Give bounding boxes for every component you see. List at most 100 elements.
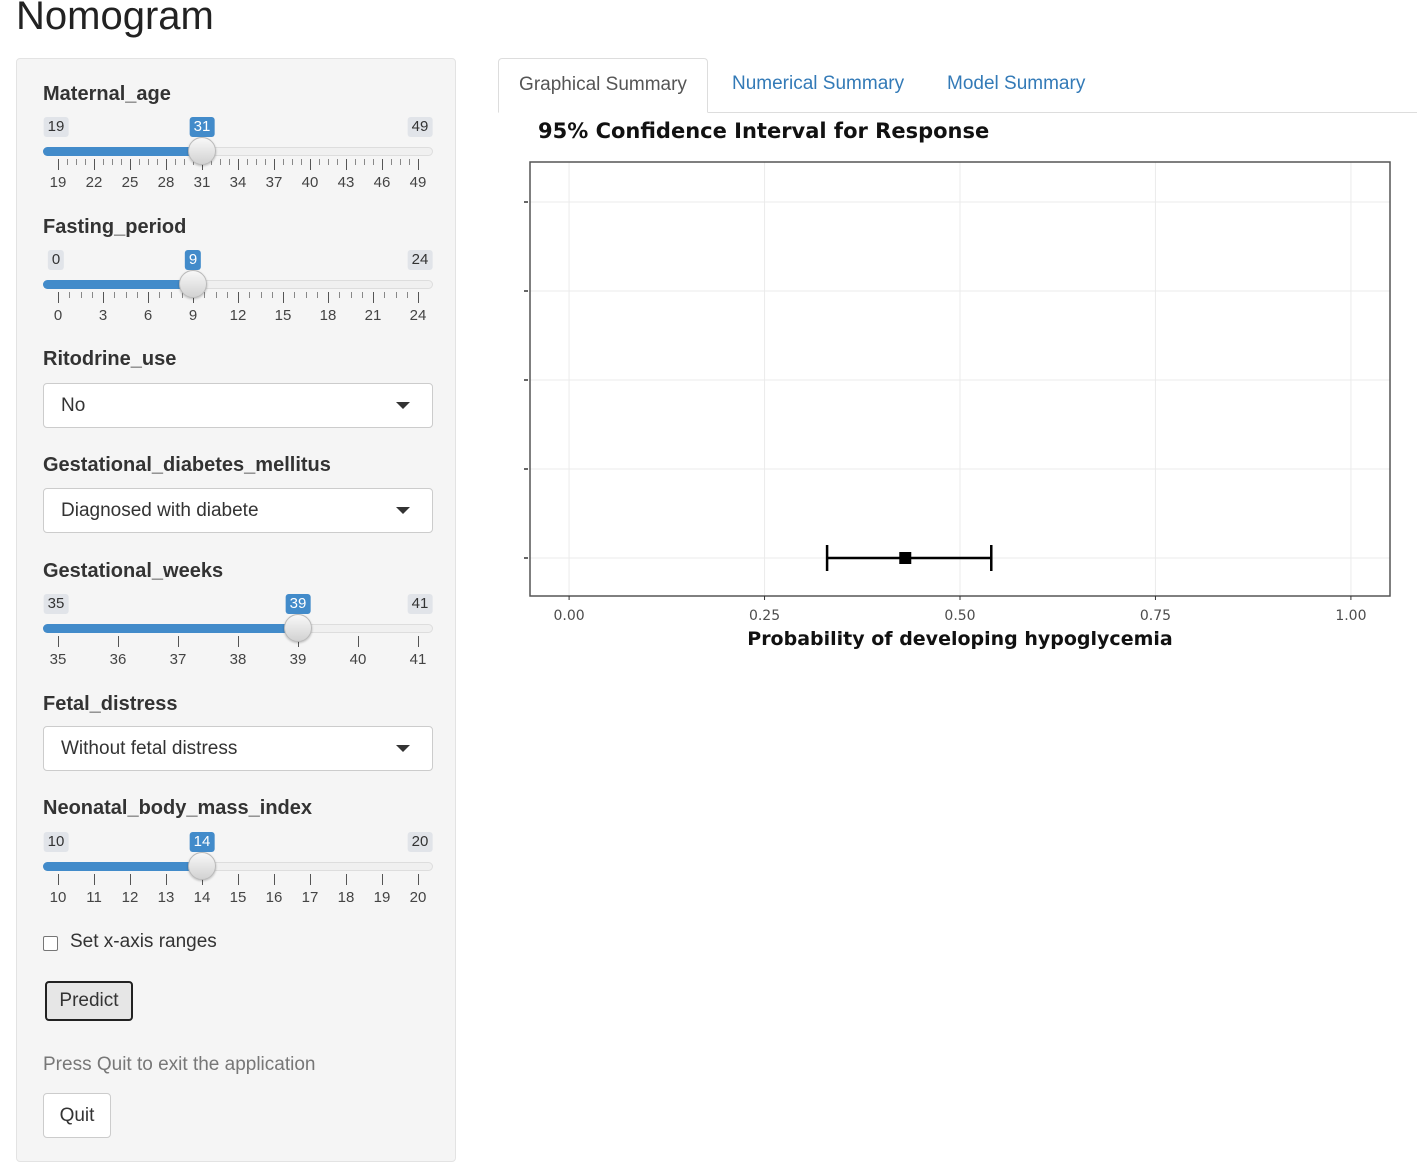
minor-tick bbox=[159, 292, 161, 298]
major-tick bbox=[238, 874, 239, 885]
ritodrine-use-label: Ritodrine_use bbox=[43, 348, 177, 370]
tick-label: 28 bbox=[157, 174, 175, 191]
minor-tick bbox=[339, 292, 341, 298]
quit-message: Press Quit to exit the application bbox=[43, 1054, 316, 1075]
neonatal-bmi-slider[interactable]: 10 11 12 13 14 15 16 17 18 19 20 10 20 14 bbox=[43, 832, 433, 922]
major-tick bbox=[166, 159, 167, 170]
ci-plot: 95% Confidence Interval for Response 0.00… bbox=[524, 119, 1391, 650]
ritodrine-use-select[interactable]: No bbox=[43, 383, 433, 428]
tick-label: 37 bbox=[265, 174, 283, 191]
slider-value-badge: 14 bbox=[189, 832, 215, 852]
minor-tick bbox=[249, 292, 251, 298]
minor-tick bbox=[373, 159, 374, 165]
major-tick bbox=[103, 292, 104, 303]
quit-button[interactable]: Quit bbox=[43, 1093, 111, 1138]
tick-label: 40 bbox=[301, 174, 319, 191]
slider-min-badge: 10 bbox=[43, 832, 69, 852]
tick-label: 6 bbox=[143, 307, 153, 324]
minor-tick bbox=[305, 292, 307, 298]
point-estimate bbox=[899, 552, 912, 564]
gestational-weeks-label: Gestational_weeks bbox=[43, 560, 224, 582]
minor-tick bbox=[319, 159, 320, 165]
tab-model-summary[interactable]: Model Summary bbox=[947, 58, 1085, 112]
tab-numerical-summary[interactable]: Numerical Summary bbox=[732, 58, 904, 112]
slider-handle[interactable] bbox=[188, 137, 216, 165]
tab-graphical-summary[interactable]: Graphical Summary bbox=[498, 58, 708, 113]
slider-handle[interactable] bbox=[179, 270, 207, 298]
minor-tick bbox=[114, 292, 116, 298]
chart-title: 95% Confidence Interval for Response bbox=[538, 119, 989, 143]
tick-label: 18 bbox=[337, 889, 355, 906]
gestational-weeks-slider[interactable]: 35 36 37 38 39 40 41 35 41 39 bbox=[43, 594, 433, 684]
minor-tick bbox=[148, 159, 149, 165]
major-tick bbox=[283, 292, 284, 303]
maternal-age-slider[interactable]: 19 22 25 28 31 34 37 40 43 46 49 19 49 31 bbox=[43, 117, 433, 207]
predict-button[interactable]: Predict bbox=[45, 981, 133, 1021]
app-title: Nomogram bbox=[16, 0, 214, 38]
minor-tick bbox=[226, 292, 228, 298]
x-tick-label: 1.00 bbox=[1335, 608, 1366, 624]
minor-tick bbox=[91, 292, 93, 298]
minor-tick bbox=[229, 159, 230, 165]
tick-label: 0 bbox=[53, 307, 63, 324]
slider-fill bbox=[43, 862, 202, 871]
slider-min-badge: 19 bbox=[43, 117, 69, 137]
slider-max-badge: 49 bbox=[407, 117, 433, 137]
tick-label: 40 bbox=[349, 651, 367, 668]
major-tick bbox=[118, 636, 119, 647]
xaxis-range-checkbox[interactable] bbox=[43, 936, 58, 951]
fetal-distress-value: Without fetal distress bbox=[61, 738, 238, 759]
gdm-value: Diagnosed with diabete bbox=[61, 500, 259, 521]
fasting-period-label: Fasting_period bbox=[43, 216, 187, 238]
tick-label: 16 bbox=[265, 889, 283, 906]
tick-label: 41 bbox=[409, 651, 427, 668]
minor-tick bbox=[301, 159, 302, 165]
xaxis-range-label: Set x-axis ranges bbox=[70, 931, 217, 952]
major-tick bbox=[418, 292, 419, 303]
major-tick bbox=[94, 159, 95, 170]
major-tick bbox=[418, 874, 419, 885]
major-tick bbox=[274, 159, 275, 170]
minor-tick bbox=[67, 159, 68, 165]
minor-tick bbox=[80, 292, 82, 298]
tick-label: 15 bbox=[274, 307, 292, 324]
tick-label: 24 bbox=[409, 307, 427, 324]
major-tick bbox=[238, 636, 239, 647]
major-tick bbox=[130, 159, 131, 170]
fasting-period-slider[interactable]: 0 3 6 9 12 15 18 21 24 0 24 9 bbox=[43, 250, 433, 340]
major-tick bbox=[328, 292, 329, 303]
tick-label: 14 bbox=[193, 889, 211, 906]
chevron-down-icon bbox=[396, 402, 410, 409]
minor-tick bbox=[409, 159, 410, 165]
gdm-select[interactable]: Diagnosed with diabete bbox=[43, 488, 433, 533]
minor-tick bbox=[170, 292, 172, 298]
major-tick bbox=[238, 292, 239, 303]
fetal-distress-select[interactable]: Without fetal distress bbox=[43, 726, 433, 771]
slider-max-badge: 41 bbox=[407, 594, 433, 614]
tick-label: 11 bbox=[86, 889, 102, 906]
tick-label: 9 bbox=[188, 307, 198, 324]
slider-handle[interactable] bbox=[188, 852, 216, 880]
tick-label: 19 bbox=[49, 174, 67, 191]
chevron-down-icon bbox=[396, 507, 410, 514]
slider-handle[interactable] bbox=[284, 614, 312, 642]
tick-label: 36 bbox=[109, 651, 127, 668]
major-tick bbox=[274, 874, 275, 885]
maternal-age-label: Maternal_age bbox=[43, 83, 171, 105]
slider-min-badge: 0 bbox=[47, 250, 65, 270]
major-tick bbox=[94, 874, 95, 885]
tick-label: 12 bbox=[121, 889, 139, 906]
major-tick bbox=[418, 636, 419, 647]
major-tick bbox=[346, 874, 347, 885]
minor-tick bbox=[215, 292, 217, 298]
major-tick bbox=[148, 292, 149, 303]
minor-tick bbox=[103, 159, 104, 165]
major-tick bbox=[58, 292, 59, 303]
tick-label: 19 bbox=[373, 889, 391, 906]
sidebar-panel: Maternal_age 19 22 25 28 31 34 37 40 43 46 49 19 49 3… bbox=[16, 58, 456, 1162]
major-tick bbox=[346, 159, 347, 170]
minor-tick bbox=[85, 159, 86, 165]
slider-max-badge: 20 bbox=[407, 832, 433, 852]
minor-tick bbox=[391, 159, 392, 165]
tick-label: 18 bbox=[319, 307, 337, 324]
